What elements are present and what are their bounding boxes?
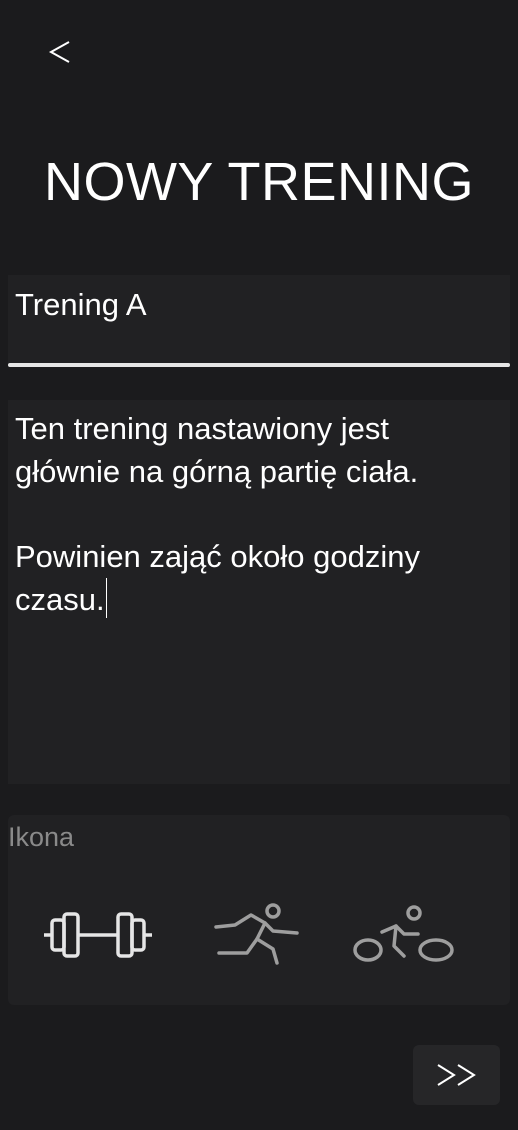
description-text: Ten trening nastawiony jest głównie na g… [15,411,420,617]
icon-picker-panel: Ikona [8,815,510,1005]
page-title: NOWY TRENING [43,152,475,212]
workout-name-input[interactable] [15,285,495,325]
workout-name-field[interactable] [8,275,510,367]
icon-picker-label: Ikona [8,822,75,852]
description-textarea[interactable]: Ten trening nastawiony jest głównie na g… [15,408,503,622]
description-field[interactable]: Ten trening nastawiony jest głównie na g… [8,400,510,784]
name-field-underline [8,363,510,367]
next-button[interactable] [413,1045,500,1105]
icon-option-running[interactable] [198,895,318,975]
bicycle-icon [353,905,454,962]
back-button[interactable] [40,28,80,76]
running-icon [214,903,299,965]
chevron-left-icon [48,41,70,63]
icon-option-dumbbell[interactable] [38,895,158,975]
icon-option-bicycle[interactable] [344,895,464,975]
text-caret [105,578,108,618]
dumbbell-icon [44,912,152,958]
double-chevron-right-icon [436,1064,476,1086]
